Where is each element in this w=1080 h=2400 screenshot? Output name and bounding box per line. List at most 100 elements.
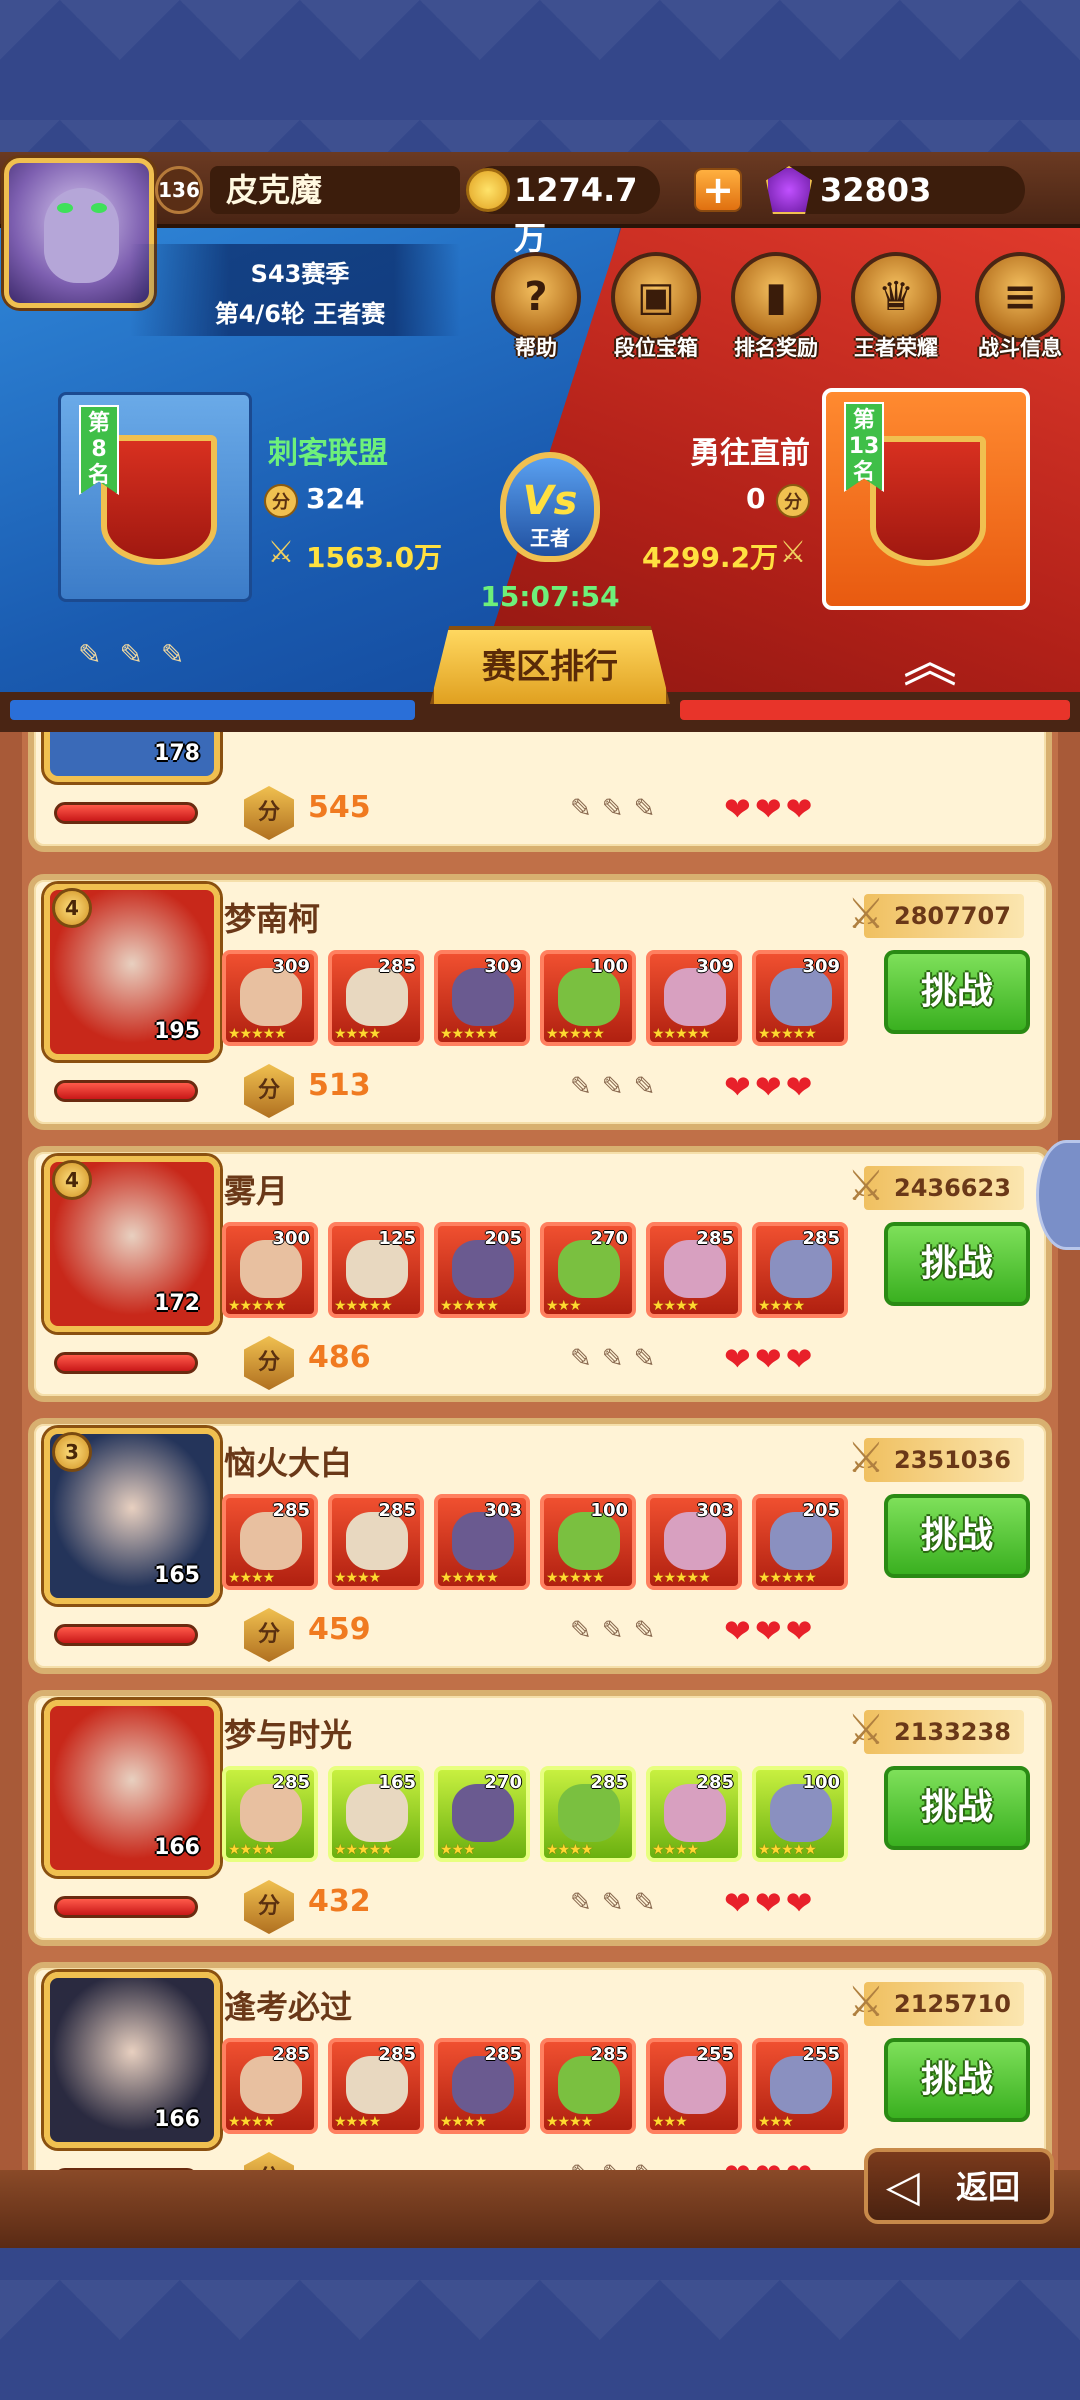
challenge-button[interactable]: 挑战 (884, 950, 1030, 1034)
avatar-level: 166 (154, 2107, 200, 2132)
power-box: ⚔ 2351036 (847, 1433, 1024, 1482)
attack-tokens: ✎✎✎ (570, 1072, 666, 1102)
hero-portrait[interactable]: 285 ★★★★ (222, 1766, 318, 1862)
countdown-timer: 15:07:54 (480, 580, 620, 613)
left-guild-score: 324 (306, 482, 365, 515)
hero-portrait[interactable]: 285 ★★★★ (646, 1222, 742, 1318)
score-icon: 分 (264, 484, 298, 518)
hp-bar (54, 1624, 198, 1646)
hero-portrait[interactable]: 285 ★★★★ (222, 1494, 318, 1590)
challenge-button[interactable]: 挑战 (884, 1766, 1030, 1850)
power-box: ⚔ 2125710 (847, 1977, 1024, 2026)
challenge-button[interactable]: 挑战 (884, 2038, 1030, 2122)
hero-portrait[interactable]: 303 ★★★★★ (434, 1494, 530, 1590)
hero-portrait[interactable]: 285 ★★★★ (646, 1766, 742, 1862)
score-icon: 分 (244, 2152, 294, 2172)
hero-portrait[interactable]: 125 ★★★★★ (328, 1222, 424, 1318)
chest-icon: ▣ (611, 252, 701, 342)
right-guild-name: 勇往直前 (690, 436, 810, 471)
crossed-swords-icon: ⚔ (267, 535, 295, 570)
hero-portrait[interactable]: 300 ★★★★★ (222, 1222, 318, 1318)
battle-info-button[interactable]: ≡ 战斗信息 (970, 252, 1070, 362)
hero-portrait[interactable]: 270 ★★★ (540, 1222, 636, 1318)
gem-counter: 32803 (766, 166, 1025, 214)
player-name: 恼火大白 (224, 1444, 353, 1482)
crossed-swords-icon: ⚔ (779, 535, 807, 570)
avatar-level: 195 (154, 1019, 200, 1044)
hero-portrait[interactable]: 285 ★★★★ (222, 2038, 318, 2134)
hero-portrait[interactable]: 100 ★★★★★ (752, 1766, 848, 1862)
hero-portrait[interactable]: 285 ★★★★ (328, 950, 424, 1046)
hp-bar (54, 1080, 198, 1102)
hp-bar (54, 1352, 198, 1374)
avatar-level: 172 (154, 1291, 200, 1316)
hero-portrait[interactable]: 100 ★★★★★ (540, 1494, 636, 1590)
hero-portrait[interactable]: 205 ★★★★★ (752, 1494, 848, 1590)
hero-portrait[interactable]: 285 ★★★★ (540, 2038, 636, 2134)
hero-portrait[interactable]: 285 ★★★★ (328, 1494, 424, 1590)
player-name: 梦与时光 (224, 1716, 353, 1754)
left-guild-name: 刺客联盟 (268, 436, 388, 471)
hero-portrait[interactable]: 255 ★★★ (646, 2038, 742, 2134)
avatar[interactable]: 4 195 (44, 884, 220, 1060)
help-button[interactable]: ? 帮助 (486, 252, 586, 362)
player-name: 逢考必过 (224, 1988, 353, 2026)
avatar[interactable]: 4 172 (44, 1156, 220, 1332)
hero-portrait[interactable]: 309 ★★★★★ (222, 950, 318, 1046)
crossed-swords-icon: ⚔ (847, 1161, 885, 1210)
hero-portrait[interactable]: 309 ★★★★★ (434, 950, 530, 1046)
opponent-list[interactable]: 178 分 545 ✎✎✎ ❤❤❤ 4 195 梦南柯 ⚔ 2807707 30… (0, 732, 1080, 2172)
right-guild-card[interactable]: 第 13 名 (822, 388, 1030, 610)
back-button[interactable]: ◁ 返回 (864, 2148, 1054, 2224)
arena-header: 136 皮克魔 1274.7万 + 32803 S43赛季 第4/6轮 王者赛 … (0, 152, 1080, 732)
gem-amount: 32803 (820, 171, 932, 209)
score-value: 459 (308, 1612, 371, 1647)
score-value: 545 (308, 790, 371, 825)
hero-portrait[interactable]: 255 ★★★ (752, 2038, 848, 2134)
challenge-button[interactable]: 挑战 (884, 1494, 1030, 1578)
rank-badge: 3 (52, 1432, 92, 1472)
scroll-icon: ≡ (975, 252, 1065, 342)
add-gold-button[interactable]: + (694, 168, 742, 212)
avatar[interactable]: 166 (44, 1972, 220, 2148)
left-guild-rank: 第8名 (79, 405, 119, 495)
avatar-level: 165 (154, 1563, 200, 1588)
hero-portrait[interactable]: 285 ★★★★ (434, 2038, 530, 2134)
rank-reward-button[interactable]: ▮ 排名奖励 (726, 252, 826, 362)
challenge-button[interactable]: 挑战 (884, 1222, 1030, 1306)
region-ranking-tab[interactable]: 赛区排行 (430, 626, 670, 704)
avatar[interactable]: 166 (44, 1700, 220, 1876)
hero-lineup: 300 ★★★★★ 125 ★★★★★ 205 ★★★★★ 270 ★★★ 28… (222, 1222, 862, 1322)
hero-portrait[interactable]: 309 ★★★★★ (646, 950, 742, 1046)
right-guild-rank: 第 13 名 (844, 402, 884, 492)
hero-portrait[interactable]: 165 ★★★★★ (328, 1766, 424, 1862)
hero-portrait[interactable]: 270 ★★★ (434, 1766, 530, 1862)
hearts: ❤❤❤ (724, 1340, 817, 1378)
avatar[interactable]: 3 165 (44, 1428, 220, 1604)
hp-bar (54, 1896, 198, 1918)
attack-tokens: ✎✎✎ (570, 1344, 666, 1374)
king-honor-button[interactable]: ♛ 王者荣耀 (846, 252, 946, 362)
power-value: 2351036 (894, 1446, 1011, 1474)
hero-portrait[interactable]: 100 ★★★★★ (540, 950, 636, 1046)
power-value: 2133238 (894, 1718, 1011, 1746)
trophy-icon: ♛ (851, 252, 941, 342)
avatar[interactable]: 178 (44, 732, 220, 782)
score-icon: 分 (244, 1608, 294, 1662)
player-level-badge: 136 (155, 166, 203, 214)
hero-portrait[interactable]: 205 ★★★★★ (434, 1222, 530, 1318)
crossed-swords-icon: ⚔ (847, 1433, 885, 1482)
hero-lineup: 285 ★★★★ 285 ★★★★ 285 ★★★★ 285 ★★★★ 255 … (222, 2038, 862, 2138)
collapse-chevron-icon[interactable]: ︽ (890, 636, 970, 690)
hero-portrait[interactable]: 303 ★★★★★ (646, 1494, 742, 1590)
hero-portrait[interactable]: 285 ★★★★ (328, 2038, 424, 2134)
list-item: 166 逢考必过 ⚔ 2125710 285 ★★★★ 285 ★★★★ 285… (28, 1962, 1052, 2172)
rank-chest-button[interactable]: ▣ 段位宝箱 (606, 252, 706, 362)
hero-portrait[interactable]: 285 ★★★★ (752, 1222, 848, 1318)
hero-portrait[interactable]: 309 ★★★★★ (752, 950, 848, 1046)
attack-tokens: ✎✎✎ (570, 794, 666, 824)
hero-portrait[interactable]: 285 ★★★★ (540, 1766, 636, 1862)
season-title: S43赛季 (250, 260, 350, 288)
gold-counter: 1274.7万 (466, 166, 660, 257)
left-guild-card[interactable]: 第8名 (58, 392, 252, 602)
